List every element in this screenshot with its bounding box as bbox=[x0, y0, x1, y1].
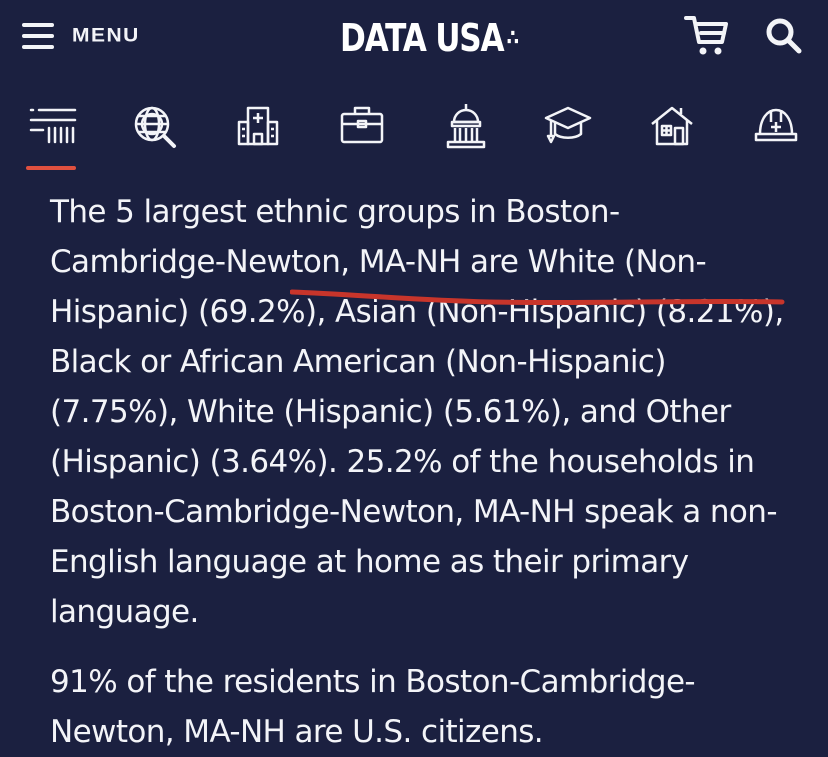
logo-mark: ∴ bbox=[506, 25, 520, 51]
graduation-cap-icon bbox=[544, 106, 592, 144]
cart-button[interactable] bbox=[684, 14, 730, 63]
top-bar: MENU DATA USA ∴ bbox=[0, 0, 828, 78]
globe-search-icon bbox=[134, 106, 176, 148]
capitol-icon bbox=[446, 104, 486, 149]
nav-item-workforce[interactable] bbox=[746, 96, 806, 172]
nav-item-civics[interactable] bbox=[436, 96, 496, 172]
nav-item-overview[interactable] bbox=[22, 96, 82, 172]
nav-item-education[interactable] bbox=[538, 96, 598, 172]
hamburger-icon bbox=[22, 23, 54, 49]
nav-item-housing[interactable] bbox=[642, 96, 702, 172]
menu-button[interactable]: MENU bbox=[22, 14, 140, 58]
house-icon bbox=[651, 106, 693, 146]
site-logo[interactable]: DATA USA ∴ bbox=[340, 14, 519, 62]
profile-text: The 5 largest ethnic groups in Boston-Ca… bbox=[50, 187, 790, 757]
safety-helmet-icon bbox=[754, 108, 798, 142]
active-tab-indicator bbox=[26, 166, 76, 170]
list-icon bbox=[29, 108, 77, 144]
nav-item-health[interactable] bbox=[228, 96, 288, 172]
menu-label: MENU bbox=[72, 24, 140, 47]
briefcase-icon bbox=[340, 106, 384, 144]
cart-icon bbox=[684, 16, 728, 55]
search-button[interactable] bbox=[764, 16, 804, 61]
search-icon bbox=[766, 18, 802, 54]
ethnicity-paragraph: The 5 largest ethnic groups in Boston-Ca… bbox=[50, 194, 784, 630]
logo-text: DATA USA bbox=[340, 16, 505, 60]
category-nav bbox=[0, 96, 828, 176]
hospital-icon bbox=[237, 106, 279, 146]
nav-item-economy[interactable] bbox=[332, 96, 392, 172]
nav-item-geography[interactable] bbox=[124, 96, 184, 172]
citizenship-paragraph: 91% of the residents in Boston-Cambridge… bbox=[50, 664, 696, 750]
